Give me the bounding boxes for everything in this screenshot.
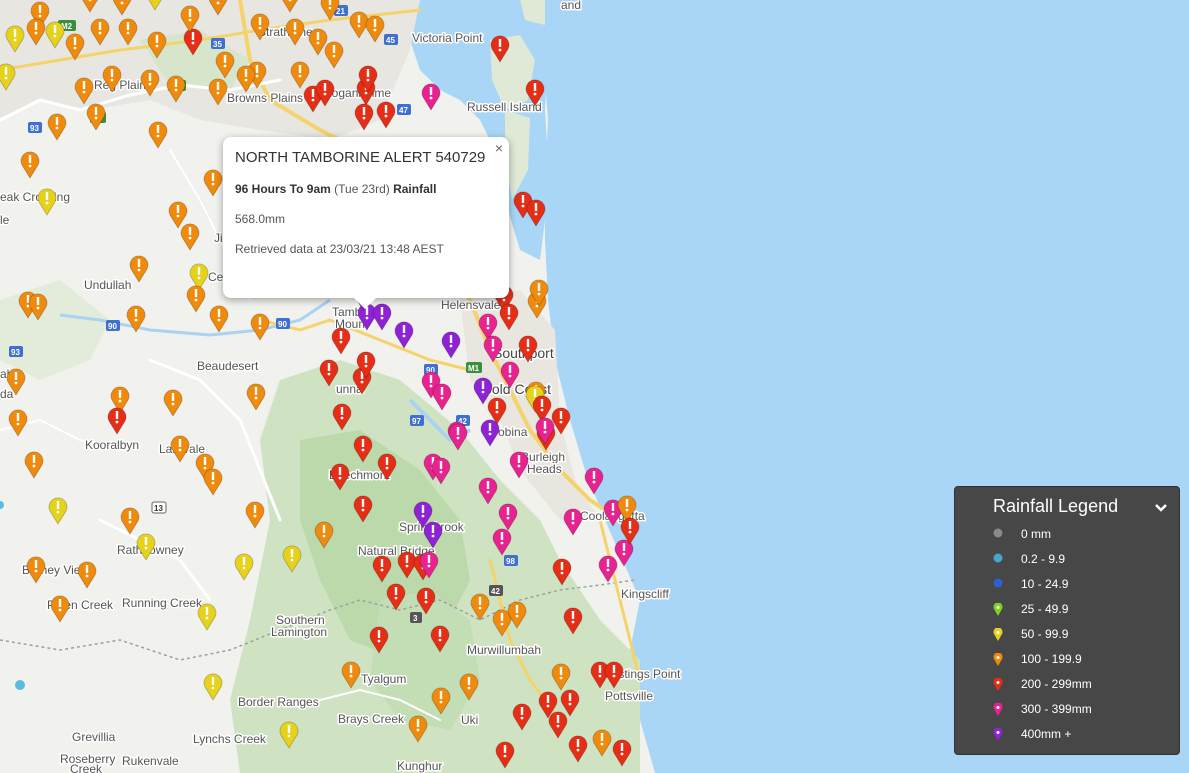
place-label: Russell Island: [467, 100, 542, 114]
popup-period: 96 Hours To 9am: [235, 182, 331, 196]
place-label: Kooralbyn: [85, 438, 139, 452]
place-label: Pottsville: [605, 689, 653, 703]
road-label: M1: [468, 364, 480, 373]
legend-label: 25 - 49.9: [1021, 602, 1069, 616]
legend-label: 400mm +: [1021, 727, 1072, 741]
popup-rainfall-value: 568.0mm: [235, 212, 286, 226]
legend-label: 0.2 - 9.9: [1021, 552, 1066, 566]
legend-label: 50 - 99.9: [1021, 627, 1069, 641]
place-label: eak Crossing: [0, 190, 70, 204]
road-label: 90: [278, 320, 287, 329]
place-label: Border Ranges: [238, 695, 319, 709]
road-label: 13: [154, 504, 163, 513]
legend-label: 0 mm: [1021, 527, 1051, 541]
place-label: Heads: [527, 462, 562, 476]
popup-retrieved-time: Retrieved data at 23/03/21 13:48 AEST: [235, 242, 444, 256]
place-label: Rukenvale: [122, 754, 179, 768]
road-label: 98: [506, 557, 515, 566]
road-label: 35: [213, 40, 222, 49]
station-dot: [15, 680, 25, 690]
legend-pin-icon: [993, 653, 1003, 666]
popup-title: NORTH TAMBORINE ALERT 540729: [235, 149, 486, 166]
legend-label: 200 - 299mm: [1021, 677, 1092, 691]
road-label: 3: [413, 614, 418, 623]
road-label: 93: [11, 348, 20, 357]
place-label: Helensvale: [441, 298, 501, 312]
legend-title: Rainfall Legend: [993, 496, 1119, 516]
legend-pin-icon: [993, 703, 1003, 716]
legend-dot-icon: [993, 553, 1003, 563]
place-label: Undullah: [84, 278, 131, 292]
place-label: Ce: [208, 270, 224, 284]
place-label: Kingscliff: [621, 587, 669, 601]
place-label: Beaudesert: [197, 359, 259, 373]
place-label: Creek: [70, 762, 103, 773]
place-label: Brays Creek: [338, 712, 405, 726]
legend-pin-icon: [993, 678, 1003, 691]
place-label: Tyalgum: [361, 672, 406, 686]
place-label: Lamington: [271, 625, 327, 639]
legend-dot-icon: [993, 578, 1003, 588]
place-label: da: [0, 387, 14, 401]
place-label: Uki: [461, 713, 478, 727]
place-label: Lynchs Creek: [193, 732, 267, 746]
road-label: 45: [386, 36, 395, 45]
legend-label: 10 - 24.9: [1021, 577, 1069, 591]
popup-pointer: [353, 297, 377, 309]
legend-pin-icon: [993, 603, 1003, 616]
place-label: Running Creek: [122, 596, 203, 610]
place-label: obina: [498, 425, 528, 439]
road-label: 93: [30, 124, 39, 133]
place-label: Ji: [214, 231, 223, 245]
place-label: Victoria Point: [412, 31, 483, 45]
road-label: 97: [412, 417, 421, 426]
place-label: Kunghur: [397, 759, 442, 773]
place-label: Browns Plains: [227, 91, 303, 105]
close-icon[interactable]: ×: [495, 140, 503, 156]
place-label: and: [561, 0, 581, 12]
legend-label: 300 - 399mm: [1021, 702, 1092, 716]
popup-period-date: (Tue 23rd): [334, 182, 390, 196]
popup-metric: Rainfall: [393, 182, 437, 196]
legend-pin-icon: [993, 728, 1003, 741]
legend-label: 100 - 199.9: [1021, 652, 1082, 666]
place-label: Grevillia: [72, 730, 116, 744]
station-info-popup: NORTH TAMBORINE ALERT 540729 × 96 Hours …: [223, 137, 509, 298]
legend-dot-icon: [993, 528, 1003, 538]
place-label: Murwillumbah: [467, 643, 541, 657]
road-label: 47: [399, 106, 408, 115]
popup-period-line: 96 Hours To 9am (Tue 23rd) Rainfall: [235, 182, 436, 196]
place-label: le: [0, 213, 10, 227]
chevron-down-icon[interactable]: [1153, 499, 1169, 515]
road-label: 90: [108, 322, 117, 331]
legend-pin-icon: [993, 628, 1003, 641]
rainfall-legend: Rainfall Legend 0 mm 0.2 - 9.9 10 - 24.9 25…: [954, 486, 1180, 755]
road-label: 42: [491, 587, 500, 596]
